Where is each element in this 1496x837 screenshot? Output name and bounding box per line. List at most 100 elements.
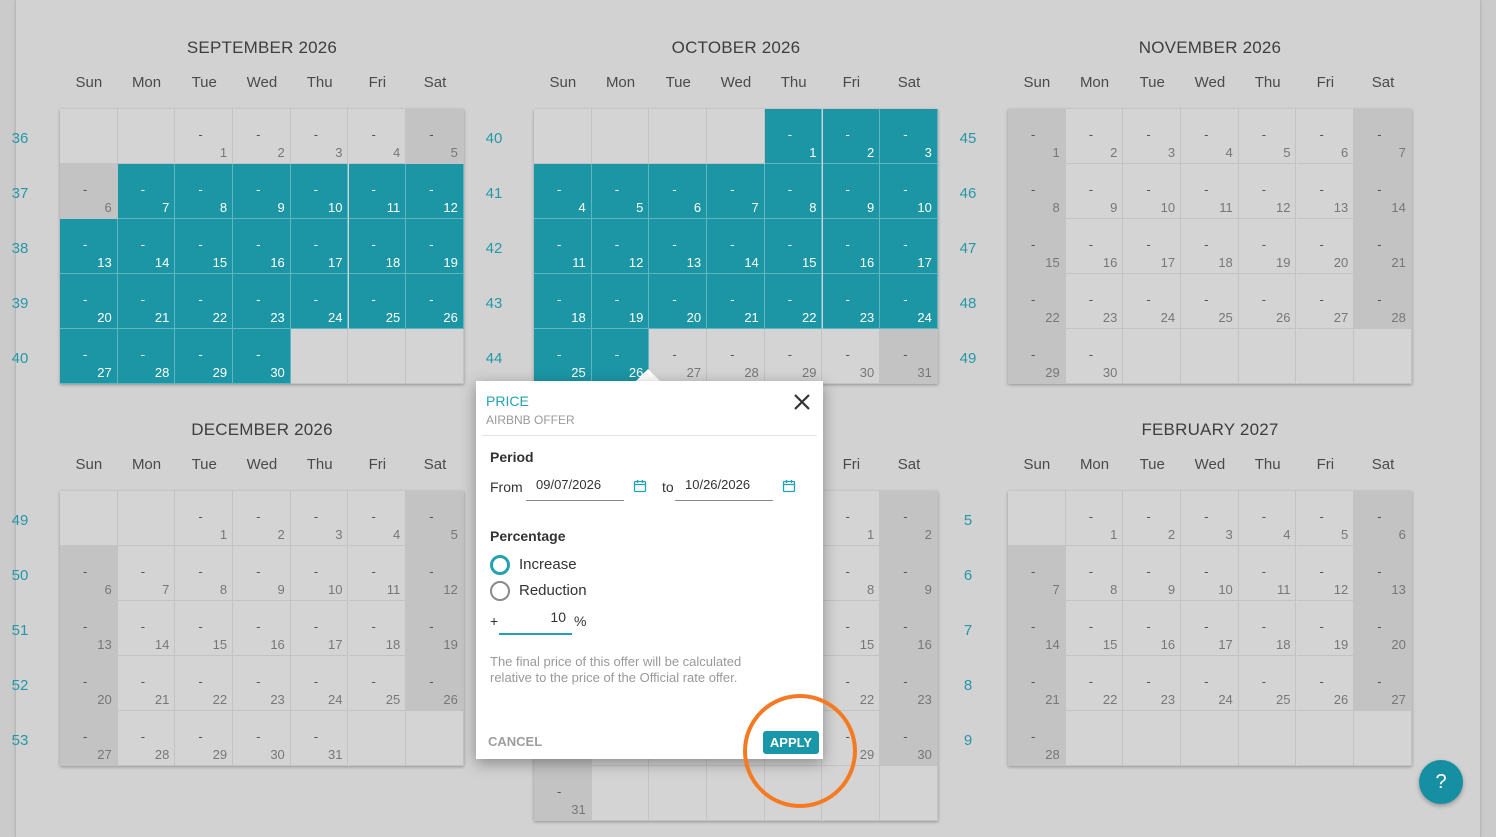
calendar-day[interactable]: -3 — [880, 109, 938, 164]
calendar-day[interactable]: -16 — [822, 219, 881, 274]
calendar-day[interactable]: -11 — [1238, 546, 1297, 601]
calendar-day[interactable]: -19 — [406, 219, 464, 274]
calendar-day[interactable]: -15 — [175, 601, 234, 656]
calendar-day[interactable]: -9 — [1065, 164, 1124, 219]
calendar-icon[interactable] — [782, 479, 796, 493]
calendar-day[interactable]: -15 — [764, 219, 823, 274]
calendar-day[interactable]: -2 — [1065, 109, 1124, 164]
calendar-day[interactable]: -8 — [175, 164, 234, 219]
calendar-day[interactable]: -23 — [880, 656, 938, 711]
calendar-day[interactable]: -15 — [1065, 601, 1124, 656]
calendar-day[interactable]: -17 — [1181, 601, 1239, 656]
calendar-day[interactable]: -25 — [534, 329, 592, 384]
calendar-day[interactable]: -20 — [649, 274, 708, 329]
calendar-day[interactable]: -16 — [1065, 219, 1124, 274]
calendar-day[interactable]: -2 — [1123, 491, 1182, 546]
calendar-day[interactable]: -25 — [348, 274, 407, 329]
calendar-day[interactable]: -23 — [233, 656, 291, 711]
calendar-day[interactable]: -23 — [1065, 274, 1124, 329]
calendar-day[interactable]: -8 — [1065, 546, 1124, 601]
calendar-day[interactable]: -9 — [233, 546, 291, 601]
calendar-day[interactable]: -12 — [591, 219, 650, 274]
calendar-day[interactable]: -17 — [880, 219, 938, 274]
calendar-day[interactable]: -8 — [822, 546, 881, 601]
calendar-day[interactable]: -27 — [60, 329, 118, 384]
calendar-day[interactable]: -5 — [1296, 491, 1355, 546]
calendar-day[interactable]: -21 — [117, 656, 176, 711]
calendar-day[interactable]: -21 — [1354, 219, 1412, 274]
calendar-day[interactable]: -2 — [880, 491, 938, 546]
calendar-day[interactable]: -30 — [880, 711, 938, 766]
calendar-day[interactable]: -27 — [60, 711, 118, 766]
increase-radio[interactable] — [490, 555, 510, 575]
calendar-day[interactable]: -18 — [348, 601, 407, 656]
calendar-day[interactable]: -31 — [880, 329, 938, 384]
calendar-day[interactable]: -31 — [290, 711, 349, 766]
calendar-day[interactable]: -19 — [1238, 219, 1297, 274]
calendar-day[interactable]: -9 — [822, 164, 881, 219]
cancel-button[interactable]: CANCEL — [488, 734, 542, 749]
percentage-input[interactable]: 10 — [499, 609, 572, 635]
reduction-radio[interactable] — [490, 581, 510, 601]
calendar-day[interactable]: -23 — [822, 274, 881, 329]
calendar-day[interactable]: -6 — [1354, 491, 1412, 546]
calendar-day[interactable]: -1 — [1065, 491, 1124, 546]
calendar-day[interactable]: -28 — [1354, 274, 1412, 329]
calendar-day[interactable]: -23 — [1123, 656, 1182, 711]
calendar-day[interactable]: -25 — [1238, 656, 1297, 711]
calendar-day[interactable]: -13 — [60, 601, 118, 656]
calendar-day[interactable]: -14 — [117, 601, 176, 656]
calendar-day[interactable]: -29 — [175, 329, 234, 384]
calendar-day[interactable]: -1 — [175, 109, 234, 164]
calendar-day[interactable]: -11 — [348, 546, 407, 601]
calendar-day[interactable]: -4 — [348, 491, 407, 546]
calendar-day[interactable]: -3 — [1123, 109, 1182, 164]
calendar-day[interactable]: -30 — [822, 329, 881, 384]
calendar-day[interactable]: -6 — [60, 164, 118, 219]
calendar-day[interactable]: -3 — [1181, 491, 1239, 546]
calendar-day[interactable]: -20 — [60, 656, 118, 711]
calendar-day[interactable]: -4 — [1181, 109, 1239, 164]
calendar-day[interactable]: -20 — [1296, 219, 1355, 274]
calendar-day[interactable]: -1 — [764, 109, 823, 164]
calendar-day[interactable]: -21 — [117, 274, 176, 329]
calendar-day[interactable]: -5 — [591, 164, 650, 219]
calendar-day[interactable]: -14 — [117, 219, 176, 274]
calendar-day[interactable]: -2 — [233, 491, 291, 546]
calendar-day[interactable]: -22 — [175, 656, 234, 711]
calendar-day[interactable]: -24 — [1123, 274, 1182, 329]
calendar-day[interactable]: -18 — [1181, 219, 1239, 274]
calendar-day[interactable]: -18 — [1238, 601, 1297, 656]
calendar-day[interactable]: -17 — [1123, 219, 1182, 274]
calendar-day[interactable]: -7 — [707, 164, 765, 219]
calendar-day[interactable]: -19 — [1296, 601, 1355, 656]
calendar-day[interactable]: -16 — [233, 601, 291, 656]
calendar-day[interactable]: -22 — [764, 274, 823, 329]
calendar-day[interactable]: -15 — [1008, 219, 1066, 274]
calendar-day[interactable]: -7 — [1008, 546, 1066, 601]
calendar-day[interactable]: -21 — [707, 274, 765, 329]
calendar-day[interactable]: -24 — [1181, 656, 1239, 711]
calendar-day[interactable]: -10 — [1123, 164, 1182, 219]
calendar-day[interactable]: -28 — [1008, 711, 1066, 766]
help-button[interactable]: ? — [1419, 760, 1463, 804]
calendar-day[interactable]: -27 — [1354, 656, 1412, 711]
calendar-day[interactable]: -26 — [406, 274, 464, 329]
calendar-day[interactable]: -8 — [764, 164, 823, 219]
calendar-day[interactable]: -1 — [822, 491, 881, 546]
calendar-day[interactable]: -9 — [880, 546, 938, 601]
calendar-day[interactable]: -14 — [707, 219, 765, 274]
calendar-day[interactable]: -4 — [348, 109, 407, 164]
calendar-day[interactable]: -19 — [591, 274, 650, 329]
calendar-day[interactable]: -6 — [1296, 109, 1355, 164]
calendar-day[interactable]: -10 — [1181, 546, 1239, 601]
calendar-day[interactable]: -17 — [290, 219, 349, 274]
calendar-day[interactable]: -21 — [1008, 656, 1066, 711]
calendar-day[interactable]: -16 — [880, 601, 938, 656]
calendar-day[interactable]: -9 — [233, 164, 291, 219]
calendar-day[interactable]: -14 — [1008, 601, 1066, 656]
calendar-day[interactable]: -28 — [117, 329, 176, 384]
calendar-day[interactable]: -14 — [1354, 164, 1412, 219]
calendar-day[interactable]: -4 — [534, 164, 592, 219]
calendar-day[interactable]: -12 — [1296, 546, 1355, 601]
